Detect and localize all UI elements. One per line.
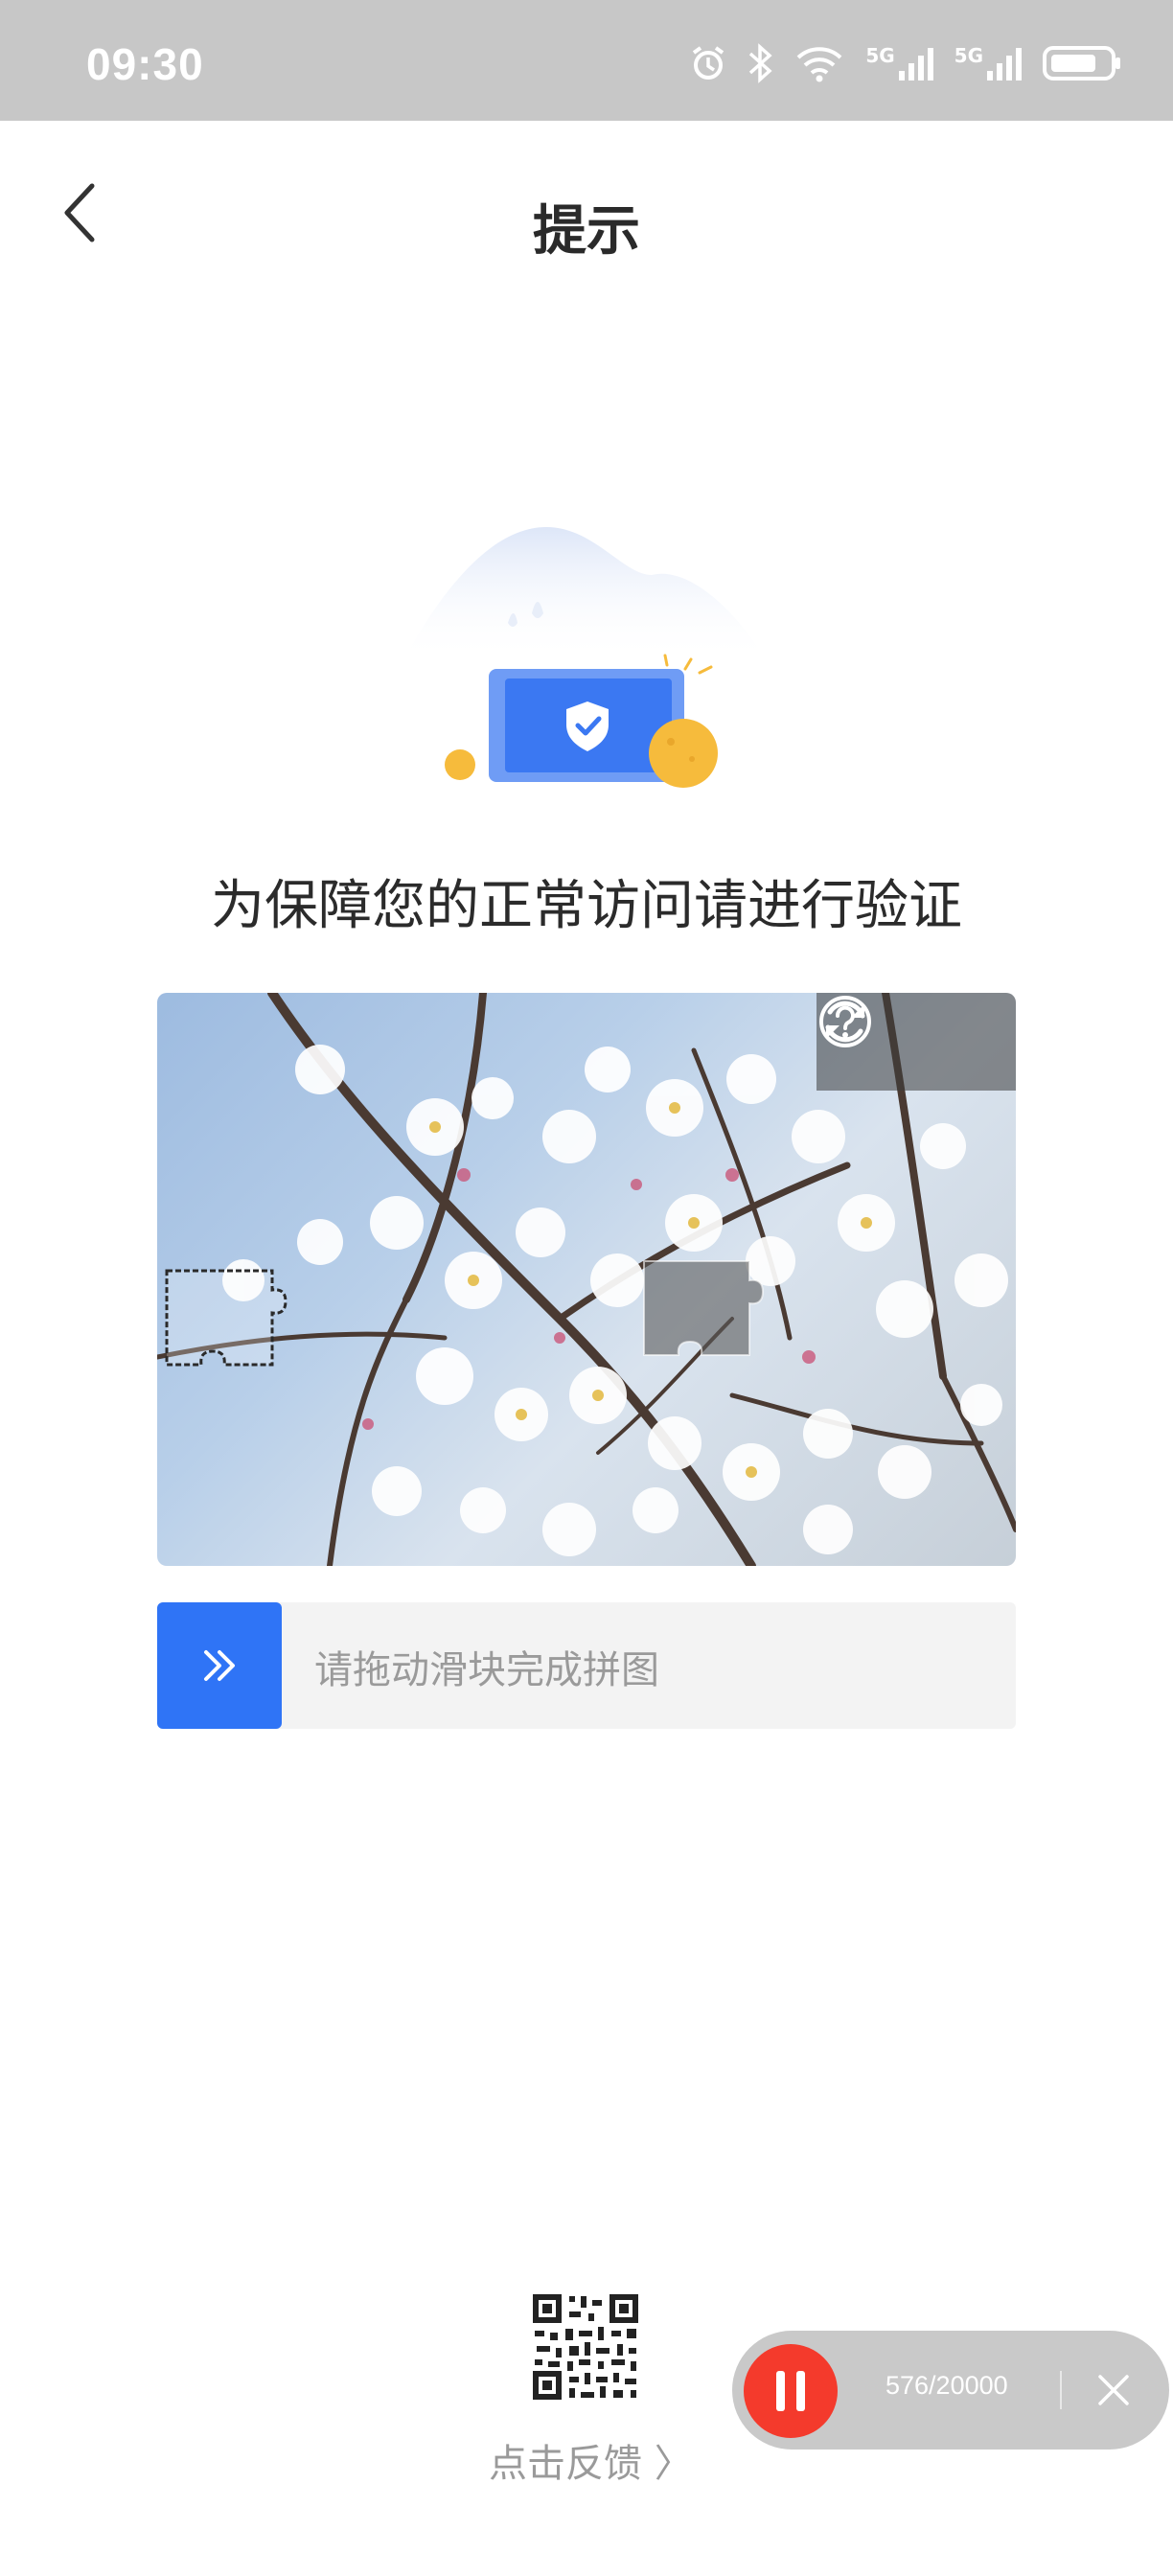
qr-code-icon[interactable] [531,2292,640,2402]
bluetooth-icon [747,42,775,84]
status-time: 09:30 [86,39,204,89]
alarm-icon [689,44,727,82]
refresh-button[interactable] [825,1000,995,1070]
status-bar: 09:30 5G 5G [0,0,1173,121]
page-title: 提示 [533,200,640,263]
wifi-icon [794,44,846,82]
close-icon [1098,2375,1129,2405]
signal-5g-icon: 5G [865,44,934,82]
screen-recorder-widget: 576/20000 [732,2331,1169,2450]
close-button[interactable] [1083,2359,1144,2421]
status-icons: 5G 5G [689,42,1123,84]
battery-icon [1043,44,1123,82]
refresh-icon [825,1000,865,1043]
pause-button[interactable] [744,2344,838,2438]
captcha-puzzle-image [157,993,1016,1566]
slider-handle[interactable] [157,1602,282,1729]
verification-page: 09:30 5G 5G 提示 为保障您的正常访问请进行验证 请拖动滑块完成拼图 … [0,0,1173,2576]
signal-5g-icon-2: 5G [954,44,1024,82]
security-shield-icon [383,518,786,805]
divider [1060,2371,1062,2409]
double-chevron-right-icon [204,1650,235,1681]
pause-icon [776,2371,785,2411]
slider-hint: 请拖动滑块完成拼图 [314,1648,659,1692]
captcha-tools [816,993,1016,1091]
verification-headline: 为保障您的正常访问请进行验证 [211,875,962,937]
slider-track[interactable]: 请拖动滑块完成拼图 [157,1602,1016,1729]
recording-counter: 576/20000 [886,2371,1008,2400]
feedback-link[interactable]: 点击反馈 〉 [489,2432,693,2488]
